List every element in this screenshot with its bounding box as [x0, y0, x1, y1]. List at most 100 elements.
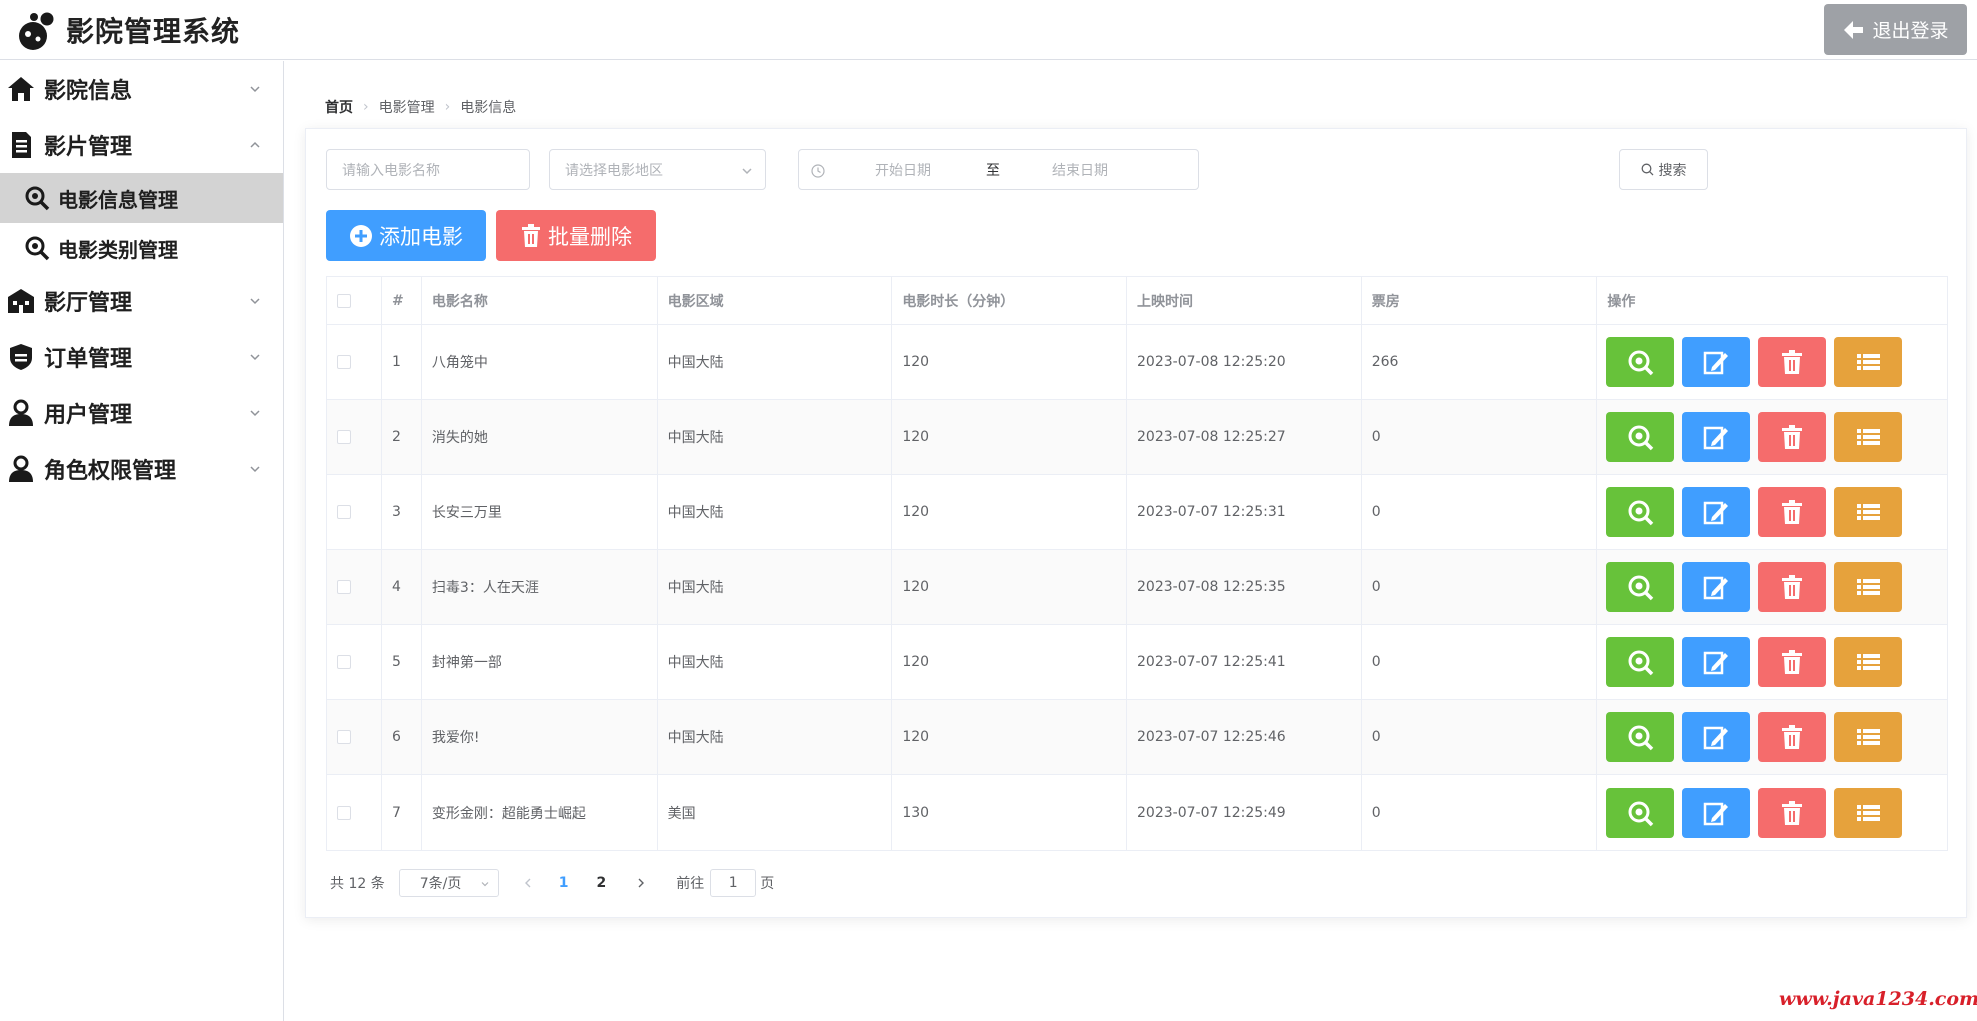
view-button[interactable] — [1606, 637, 1675, 687]
edit-button[interactable] — [1682, 787, 1751, 838]
table-body: 1 八角笼中 中国大陆 120 2023-07-08 12:25:20 266 2 消失的她中… — [327, 325, 1947, 850]
view-button[interactable] — [1606, 562, 1675, 612]
edit-button[interactable] — [1682, 562, 1751, 612]
sidebar-item-label: 影厅管理 — [44, 291, 133, 316]
cell-release-time: 2023-07-07 12:25:46 — [1127, 700, 1362, 774]
delete-button[interactable] — [1758, 787, 1827, 838]
table-row: 7 变形金刚：超能勇士崛起 美国 130 2023-07-07 12:25:49 0 — [327, 775, 1947, 850]
page-number[interactable]: 1 — [559, 875, 569, 891]
view-button[interactable] — [1606, 412, 1675, 462]
delete-button[interactable] — [1758, 562, 1827, 612]
cell-select — [327, 625, 382, 699]
header-region: 电影区域 — [658, 277, 893, 324]
edit-button[interactable] — [1682, 337, 1751, 387]
list-icon — [1857, 354, 1881, 370]
detail-list-button[interactable] — [1834, 337, 1903, 387]
cell-release-time: 2023-07-08 12:25:35 — [1127, 550, 1362, 624]
table-row: 4 扫毒3：人在天涯 中国大陆 120 2023-07-08 12:25:35 0 — [327, 550, 1947, 625]
view-button[interactable] — [1606, 712, 1675, 762]
row-checkbox[interactable] — [337, 730, 351, 744]
sidebar-subitem-movie-info[interactable]: 电影信息管理 — [0, 173, 283, 223]
delete-button[interactable] — [1758, 487, 1827, 537]
search-icon — [25, 236, 50, 261]
region-select[interactable]: 请选择电影地区 — [549, 149, 766, 190]
detail-list-button[interactable] — [1834, 487, 1903, 537]
sidebar-item-role-management[interactable]: 角色权限管理 — [0, 441, 283, 497]
detail-list-button[interactable] — [1834, 412, 1903, 462]
select-all-checkbox[interactable] — [337, 293, 351, 308]
movie-name-placeholder: 请输入电影名称 — [342, 162, 440, 179]
table-header-row: # 电影名称 电影区域 电影时长（分钟） 上映时间 票房 操作 — [327, 277, 1947, 325]
edit-button[interactable] — [1682, 412, 1751, 462]
batch-delete-button[interactable]: 批量删除 — [496, 210, 656, 261]
prev-page-icon[interactable] — [523, 877, 533, 889]
list-icon — [1857, 579, 1881, 595]
cell-select — [327, 700, 382, 774]
breadcrumb-film-management[interactable]: 电影管理 — [379, 97, 435, 117]
view-button[interactable] — [1606, 787, 1675, 838]
cell-index: 1 — [382, 325, 422, 399]
edit-icon — [1704, 576, 1729, 600]
view-button[interactable] — [1606, 337, 1675, 387]
cell-movie-name: 封神第一部 — [422, 625, 658, 699]
cell-region: 中国大陆 — [658, 550, 893, 624]
sidebar-item-film-management[interactable]: 影片管理 — [0, 117, 283, 173]
delete-button[interactable] — [1758, 412, 1827, 462]
user-icon — [9, 399, 33, 426]
search-icon — [25, 186, 50, 211]
delete-button[interactable] — [1758, 637, 1827, 687]
row-checkbox[interactable] — [337, 655, 351, 669]
row-checkbox[interactable] — [337, 505, 351, 519]
sidebar: 影院信息 影片管理 电影信息管理 电影类别管理 影厅管理 订单管理 用户管理 角… — [0, 61, 284, 1021]
cell-release-time: 2023-07-07 12:25:41 — [1127, 625, 1362, 699]
table-row: 2 消失的她 中国大陆 120 2023-07-08 12:25:27 0 — [327, 400, 1947, 475]
pagination: 共 12 条 7条/页 1 2 前往 1 页 — [330, 869, 774, 897]
date-range-picker[interactable]: 开始日期 至 结束日期 — [798, 149, 1199, 190]
edit-button[interactable] — [1682, 637, 1751, 687]
next-page-icon[interactable] — [636, 877, 646, 889]
delete-icon — [1782, 650, 1803, 674]
delete-icon — [1782, 800, 1803, 825]
detail-list-button[interactable] — [1834, 787, 1903, 838]
breadcrumb: 首页 › 电影管理 › 电影信息 — [325, 97, 516, 117]
edit-icon — [1704, 802, 1729, 825]
delete-button[interactable] — [1758, 712, 1827, 762]
edit-button[interactable] — [1682, 487, 1751, 537]
cell-operations — [1597, 325, 1947, 399]
row-checkbox[interactable] — [337, 580, 351, 594]
page-size-select[interactable]: 7条/页 — [398, 869, 499, 897]
cell-duration: 120 — [892, 400, 1128, 474]
app-header: 影院管理系统 退出登录 — [0, 0, 1977, 60]
cell-duration: 120 — [892, 325, 1128, 399]
detail-list-button[interactable] — [1834, 637, 1903, 687]
sidebar-subitem-movie-category[interactable]: 电影类别管理 — [0, 223, 283, 273]
breadcrumb-home[interactable]: 首页 — [325, 97, 353, 117]
delete-button[interactable] — [1758, 337, 1827, 387]
sidebar-item-hall-management[interactable]: 影厅管理 — [0, 273, 283, 329]
cell-box-office: 0 — [1362, 475, 1598, 549]
header-operations: 操作 — [1607, 293, 1636, 310]
cell-select — [327, 400, 382, 474]
sidebar-item-user-management[interactable]: 用户管理 — [0, 385, 283, 441]
edit-button[interactable] — [1682, 712, 1751, 762]
goto-page-input[interactable]: 1 — [710, 869, 757, 897]
detail-list-button[interactable] — [1834, 562, 1903, 612]
user-icon — [9, 455, 33, 482]
search-button[interactable]: 搜索 — [1619, 149, 1708, 190]
cell-box-office: 0 — [1362, 400, 1598, 474]
sidebar-item-cinema-info[interactable]: 影院信息 — [0, 61, 283, 117]
view-button[interactable] — [1606, 487, 1675, 537]
cell-movie-name: 变形金刚：超能勇士崛起 — [422, 775, 658, 850]
cell-box-office: 0 — [1362, 775, 1598, 850]
movie-name-input[interactable]: 请输入电影名称 — [326, 149, 530, 190]
cell-duration: 120 — [892, 625, 1128, 699]
logout-button[interactable]: 退出登录 — [1824, 4, 1967, 55]
sidebar-item-order-management[interactable]: 订单管理 — [0, 329, 283, 385]
add-movie-button[interactable]: 添加电影 — [326, 210, 486, 261]
page-number[interactable]: 2 — [596, 875, 606, 891]
detail-list-button[interactable] — [1834, 712, 1903, 762]
row-checkbox[interactable] — [337, 355, 351, 369]
row-checkbox[interactable] — [337, 430, 351, 444]
row-checkbox[interactable] — [337, 805, 351, 820]
badge-icon — [10, 344, 32, 370]
